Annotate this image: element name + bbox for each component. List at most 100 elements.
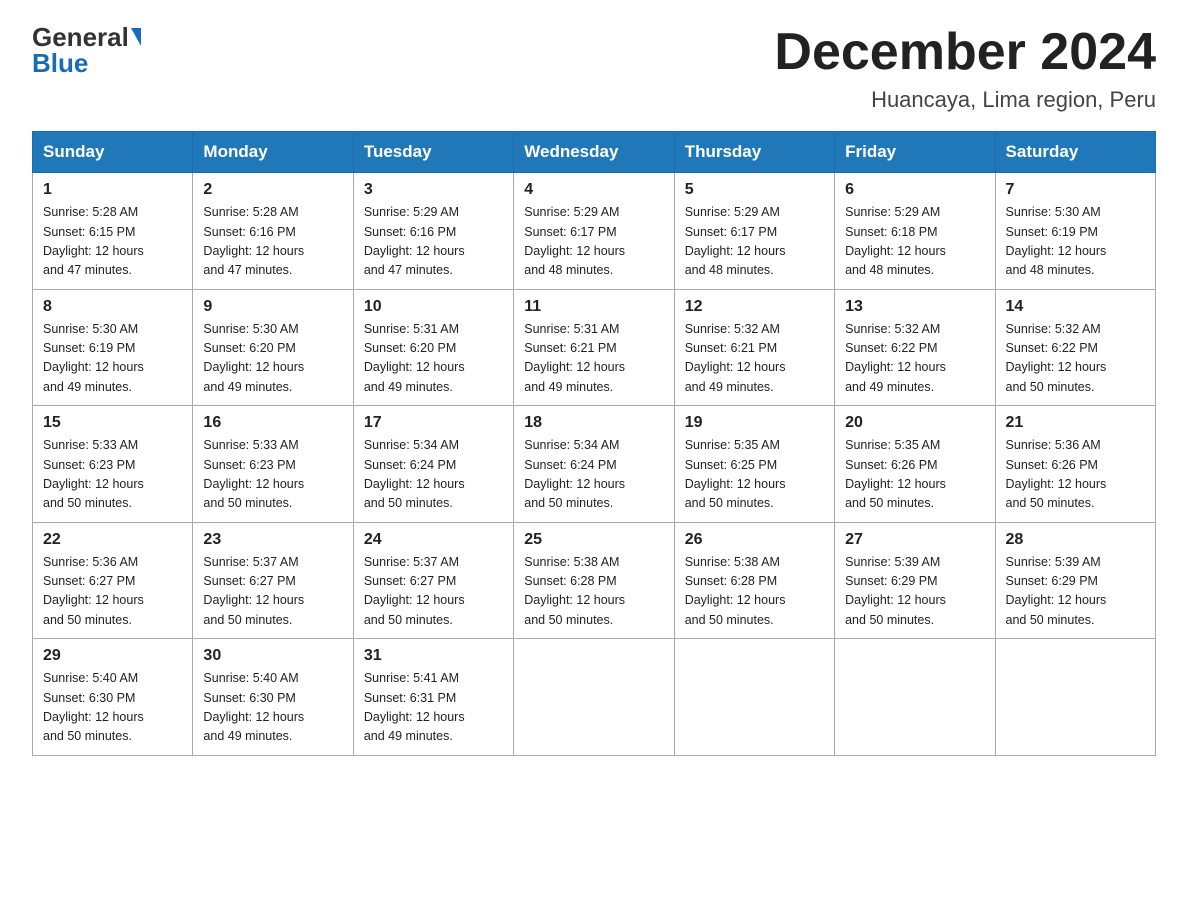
calendar-cell: 3 Sunrise: 5:29 AM Sunset: 6:16 PM Dayli… (353, 173, 513, 290)
calendar-cell (514, 639, 674, 756)
day-number: 17 (364, 414, 503, 432)
calendar-cell: 2 Sunrise: 5:28 AM Sunset: 6:16 PM Dayli… (193, 173, 353, 290)
day-number: 4 (524, 181, 663, 199)
day-info: Sunrise: 5:41 AM Sunset: 6:31 PM Dayligh… (364, 669, 503, 747)
column-header-tuesday: Tuesday (353, 132, 513, 173)
day-number: 21 (1006, 414, 1145, 432)
day-number: 1 (43, 181, 182, 199)
day-info: Sunrise: 5:28 AM Sunset: 6:16 PM Dayligh… (203, 203, 342, 281)
day-number: 31 (364, 647, 503, 665)
day-info: Sunrise: 5:30 AM Sunset: 6:19 PM Dayligh… (43, 320, 182, 398)
day-number: 22 (43, 531, 182, 549)
column-header-monday: Monday (193, 132, 353, 173)
day-info: Sunrise: 5:38 AM Sunset: 6:28 PM Dayligh… (685, 553, 824, 631)
day-info: Sunrise: 5:35 AM Sunset: 6:25 PM Dayligh… (685, 436, 824, 514)
calendar-cell: 23 Sunrise: 5:37 AM Sunset: 6:27 PM Dayl… (193, 522, 353, 639)
calendar-cell: 16 Sunrise: 5:33 AM Sunset: 6:23 PM Dayl… (193, 406, 353, 523)
day-info: Sunrise: 5:29 AM Sunset: 6:16 PM Dayligh… (364, 203, 503, 281)
day-number: 18 (524, 414, 663, 432)
calendar-cell: 13 Sunrise: 5:32 AM Sunset: 6:22 PM Dayl… (835, 289, 995, 406)
day-info: Sunrise: 5:33 AM Sunset: 6:23 PM Dayligh… (43, 436, 182, 514)
day-info: Sunrise: 5:31 AM Sunset: 6:21 PM Dayligh… (524, 320, 663, 398)
calendar-cell: 30 Sunrise: 5:40 AM Sunset: 6:30 PM Dayl… (193, 639, 353, 756)
calendar-cell: 26 Sunrise: 5:38 AM Sunset: 6:28 PM Dayl… (674, 522, 834, 639)
calendar-cell: 17 Sunrise: 5:34 AM Sunset: 6:24 PM Dayl… (353, 406, 513, 523)
day-info: Sunrise: 5:39 AM Sunset: 6:29 PM Dayligh… (1006, 553, 1145, 631)
day-info: Sunrise: 5:31 AM Sunset: 6:20 PM Dayligh… (364, 320, 503, 398)
day-number: 15 (43, 414, 182, 432)
calendar-cell: 11 Sunrise: 5:31 AM Sunset: 6:21 PM Dayl… (514, 289, 674, 406)
calendar-cell: 25 Sunrise: 5:38 AM Sunset: 6:28 PM Dayl… (514, 522, 674, 639)
day-number: 13 (845, 298, 984, 316)
day-number: 20 (845, 414, 984, 432)
calendar-cell: 12 Sunrise: 5:32 AM Sunset: 6:21 PM Dayl… (674, 289, 834, 406)
day-number: 10 (364, 298, 503, 316)
calendar-cell: 4 Sunrise: 5:29 AM Sunset: 6:17 PM Dayli… (514, 173, 674, 290)
calendar-cell (995, 639, 1155, 756)
day-number: 7 (1006, 181, 1145, 199)
week-row-3: 15 Sunrise: 5:33 AM Sunset: 6:23 PM Dayl… (33, 406, 1156, 523)
calendar-cell: 22 Sunrise: 5:36 AM Sunset: 6:27 PM Dayl… (33, 522, 193, 639)
day-number: 14 (1006, 298, 1145, 316)
calendar-cell: 9 Sunrise: 5:30 AM Sunset: 6:20 PM Dayli… (193, 289, 353, 406)
day-info: Sunrise: 5:34 AM Sunset: 6:24 PM Dayligh… (524, 436, 663, 514)
calendar-cell (674, 639, 834, 756)
day-number: 8 (43, 298, 182, 316)
day-number: 19 (685, 414, 824, 432)
column-header-sunday: Sunday (33, 132, 193, 173)
page-header: General Blue December 2024 Huancaya, Lim… (32, 24, 1156, 113)
calendar-cell: 10 Sunrise: 5:31 AM Sunset: 6:20 PM Dayl… (353, 289, 513, 406)
day-info: Sunrise: 5:36 AM Sunset: 6:27 PM Dayligh… (43, 553, 182, 631)
day-info: Sunrise: 5:37 AM Sunset: 6:27 PM Dayligh… (364, 553, 503, 631)
calendar-cell: 5 Sunrise: 5:29 AM Sunset: 6:17 PM Dayli… (674, 173, 834, 290)
day-number: 30 (203, 647, 342, 665)
day-info: Sunrise: 5:30 AM Sunset: 6:20 PM Dayligh… (203, 320, 342, 398)
week-row-2: 8 Sunrise: 5:30 AM Sunset: 6:19 PM Dayli… (33, 289, 1156, 406)
week-row-5: 29 Sunrise: 5:40 AM Sunset: 6:30 PM Dayl… (33, 639, 1156, 756)
day-info: Sunrise: 5:34 AM Sunset: 6:24 PM Dayligh… (364, 436, 503, 514)
column-header-friday: Friday (835, 132, 995, 173)
day-info: Sunrise: 5:30 AM Sunset: 6:19 PM Dayligh… (1006, 203, 1145, 281)
calendar-subtitle: Huancaya, Lima region, Peru (774, 87, 1156, 113)
calendar-table: SundayMondayTuesdayWednesdayThursdayFrid… (32, 131, 1156, 756)
calendar-cell: 31 Sunrise: 5:41 AM Sunset: 6:31 PM Dayl… (353, 639, 513, 756)
logo: General Blue (32, 24, 141, 79)
day-info: Sunrise: 5:32 AM Sunset: 6:22 PM Dayligh… (1006, 320, 1145, 398)
day-info: Sunrise: 5:40 AM Sunset: 6:30 PM Dayligh… (203, 669, 342, 747)
calendar-cell: 27 Sunrise: 5:39 AM Sunset: 6:29 PM Dayl… (835, 522, 995, 639)
day-info: Sunrise: 5:32 AM Sunset: 6:22 PM Dayligh… (845, 320, 984, 398)
calendar-cell: 28 Sunrise: 5:39 AM Sunset: 6:29 PM Dayl… (995, 522, 1155, 639)
day-info: Sunrise: 5:29 AM Sunset: 6:17 PM Dayligh… (685, 203, 824, 281)
column-header-wednesday: Wednesday (514, 132, 674, 173)
title-area: December 2024 Huancaya, Lima region, Per… (774, 24, 1156, 113)
day-info: Sunrise: 5:32 AM Sunset: 6:21 PM Dayligh… (685, 320, 824, 398)
day-info: Sunrise: 5:38 AM Sunset: 6:28 PM Dayligh… (524, 553, 663, 631)
week-row-4: 22 Sunrise: 5:36 AM Sunset: 6:27 PM Dayl… (33, 522, 1156, 639)
calendar-cell: 18 Sunrise: 5:34 AM Sunset: 6:24 PM Dayl… (514, 406, 674, 523)
day-number: 24 (364, 531, 503, 549)
day-info: Sunrise: 5:39 AM Sunset: 6:29 PM Dayligh… (845, 553, 984, 631)
day-info: Sunrise: 5:33 AM Sunset: 6:23 PM Dayligh… (203, 436, 342, 514)
day-info: Sunrise: 5:28 AM Sunset: 6:15 PM Dayligh… (43, 203, 182, 281)
calendar-cell: 20 Sunrise: 5:35 AM Sunset: 6:26 PM Dayl… (835, 406, 995, 523)
logo-general-text: General (32, 24, 129, 50)
day-info: Sunrise: 5:35 AM Sunset: 6:26 PM Dayligh… (845, 436, 984, 514)
calendar-cell: 21 Sunrise: 5:36 AM Sunset: 6:26 PM Dayl… (995, 406, 1155, 523)
day-number: 16 (203, 414, 342, 432)
day-info: Sunrise: 5:40 AM Sunset: 6:30 PM Dayligh… (43, 669, 182, 747)
day-number: 2 (203, 181, 342, 199)
day-number: 23 (203, 531, 342, 549)
day-info: Sunrise: 5:37 AM Sunset: 6:27 PM Dayligh… (203, 553, 342, 631)
day-info: Sunrise: 5:29 AM Sunset: 6:18 PM Dayligh… (845, 203, 984, 281)
day-number: 11 (524, 298, 663, 316)
day-number: 28 (1006, 531, 1145, 549)
day-number: 9 (203, 298, 342, 316)
day-number: 5 (685, 181, 824, 199)
day-number: 27 (845, 531, 984, 549)
calendar-cell: 6 Sunrise: 5:29 AM Sunset: 6:18 PM Dayli… (835, 173, 995, 290)
calendar-cell: 15 Sunrise: 5:33 AM Sunset: 6:23 PM Dayl… (33, 406, 193, 523)
day-info: Sunrise: 5:36 AM Sunset: 6:26 PM Dayligh… (1006, 436, 1145, 514)
week-row-1: 1 Sunrise: 5:28 AM Sunset: 6:15 PM Dayli… (33, 173, 1156, 290)
column-header-saturday: Saturday (995, 132, 1155, 173)
column-header-thursday: Thursday (674, 132, 834, 173)
